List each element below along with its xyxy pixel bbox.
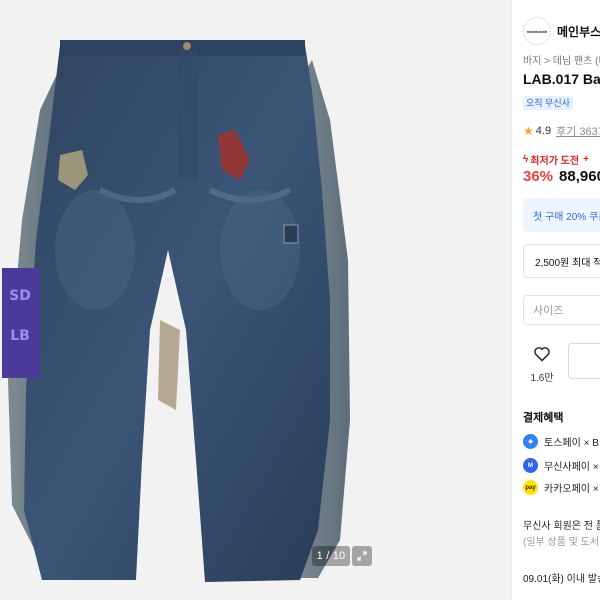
toss-pay-icon: ◆ [523,434,538,449]
product-image-jeans: SD LB [2,40,350,582]
payment-item-label: 카카오페이 × [544,484,599,495]
svg-text:LB: LB [10,328,30,344]
heart-icon [534,347,550,362]
rating-value: 4.9 [535,125,552,137]
expand-icon[interactable] [352,546,372,566]
payment-benefits-title: 결제혜택 [523,412,564,424]
payment-item-label: 토스페이 × B [544,438,599,449]
lowest-price-challenge: ϟ 최저가 도전 + [523,152,589,167]
brand-logo[interactable]: mainbooth [523,17,551,45]
member-benefit-text: 무신사 회원은 전 품 [523,521,600,532]
point-info[interactable]: 2,500원 최대 적립 [523,244,600,278]
first-purchase-coupon[interactable]: 첫 구매 20% 쿠폰 [523,198,600,232]
discount-rate: 36% [523,168,554,185]
svg-text:SD: SD [9,288,31,304]
musinsa-pay-icon: M [523,458,538,473]
plus-icon: + [583,154,589,165]
like-button[interactable]: 1.6만 [530,346,554,384]
payment-item-musinsa[interactable]: M 무신사페이 × [523,458,599,473]
brand-name[interactable]: 메인부스 [557,23,600,40]
purchase-button[interactable] [568,343,600,379]
brand-row[interactable]: mainbooth 메인부스 [523,17,600,45]
breadcrumb[interactable]: 바지 > 데님 팬츠 (데 [523,52,600,67]
price-row: 36% 88,960 [523,168,600,185]
like-count: 1.6만 [530,373,554,384]
payment-item-kakao[interactable]: pay 카카오페이 × [523,480,599,495]
payment-item-toss[interactable]: ◆ 토스페이 × B [523,434,599,449]
lightning-icon: ϟ [523,154,529,165]
lowest-price-label: 최저가 도전 [530,156,580,167]
product-title: LAB.017 Bal [523,71,600,87]
payment-item-label: 무신사페이 × [544,462,599,473]
star-icon: ★ [523,124,534,138]
exclusive-badge: 오직 무신사 [523,96,573,110]
rating-row: ★ 4.9 후기 3637 [523,123,600,139]
member-benefit-note: (일부 상품 및 도서 [523,537,600,548]
product-info-panel: mainbooth 메인부스 바지 > 데님 팬츠 (데 LAB.017 Bal… [511,0,600,600]
image-counter: 1 / 10 [312,546,350,566]
shipping-info: 09.01(화) 이내 발송 [523,574,600,585]
sale-price: 88,960 [559,168,600,185]
product-image-gallery[interactable]: SD LB 1 / 10 [0,0,511,600]
reviews-link[interactable]: 후기 3637 [556,123,600,139]
size-select[interactable]: 사이즈 [523,295,600,325]
kakao-pay-icon: pay [523,480,538,495]
